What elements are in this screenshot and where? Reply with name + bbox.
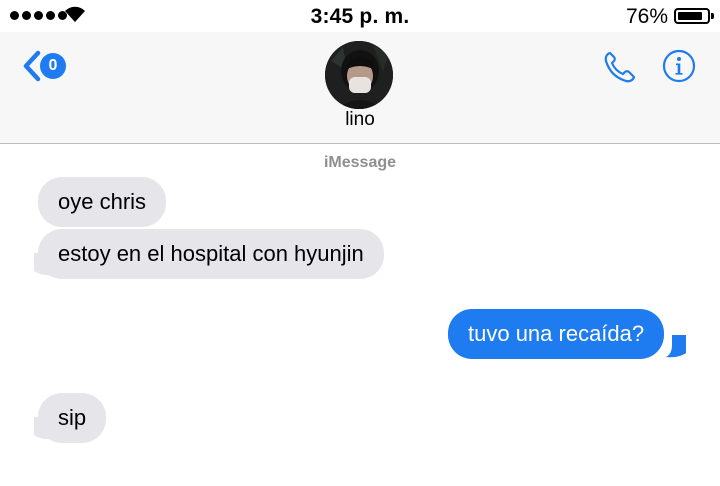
header-divider [0, 143, 720, 144]
message-bubble-incoming[interactable]: estoy en el hospital con hyunjin [38, 229, 384, 279]
status-time: 3:45 p. m. [310, 5, 410, 28]
phone-icon[interactable] [601, 49, 637, 85]
conversation-header: 0 lino [0, 32, 720, 144]
outgoing-bubble-tail [666, 335, 686, 358]
back-button[interactable]: 0 [20, 48, 72, 84]
message-bubble-incoming[interactable]: oye chris [38, 177, 167, 227]
battery-percentage: 76% [625, 5, 668, 28]
battery-icon [674, 8, 714, 24]
contact-photo-image [325, 41, 393, 109]
message-bubble-outgoing[interactable]: tuvo una recaída? [448, 309, 665, 359]
incoming-bubble-tail [34, 253, 54, 276]
contact-name[interactable]: lino [0, 109, 720, 131]
service-label: iMessage [323, 154, 397, 171]
info-icon[interactable] [662, 49, 696, 83]
status-bar: 3:45 p. m. 76% [0, 0, 720, 32]
unread-count-badge: 0 [40, 53, 66, 79]
avatar[interactable] [325, 41, 393, 109]
incoming-bubble-tail [34, 417, 54, 440]
